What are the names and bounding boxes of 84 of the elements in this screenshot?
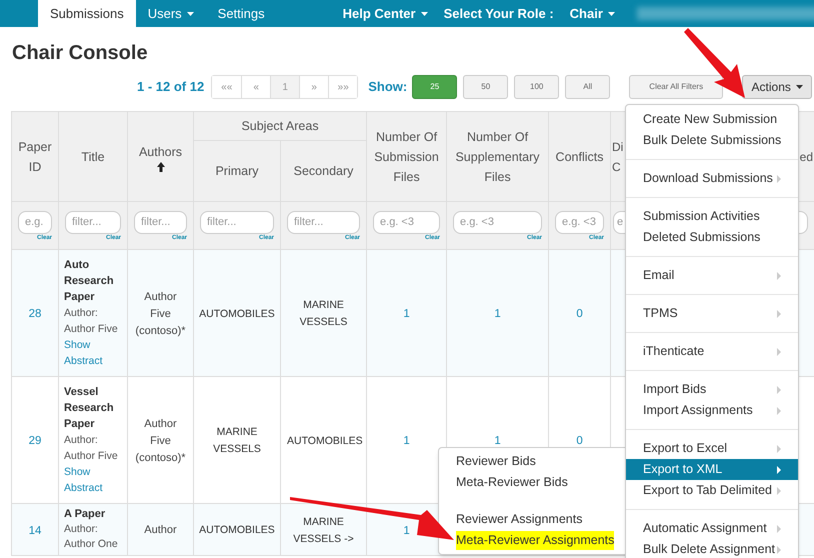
submission-files-link[interactable]: 1 [403, 308, 410, 320]
pagination-button[interactable]: »» [328, 76, 358, 98]
authors-cell: Author Five (contoso)* [135, 418, 186, 464]
submission-files-link[interactable]: 1 [403, 524, 410, 536]
nav-menu-item[interactable]: Chair [562, 0, 623, 27]
nav-menu-item[interactable]: Help Center [334, 0, 436, 27]
menu-item[interactable]: Bulk Delete Assignment [626, 539, 798, 558]
page-title: Chair Console [12, 41, 149, 65]
menu-item[interactable]: Automatic Assignment [626, 518, 798, 539]
filter-input[interactable]: filter... [65, 210, 121, 234]
authors-cell: Author Five (contoso)* [135, 290, 186, 336]
filter-input[interactable]: e.g. <3 [555, 210, 604, 234]
show-abstract-link[interactable]: Show Abstract [64, 464, 122, 496]
page-size-button[interactable]: All [565, 75, 610, 99]
column-header: Conflicts [556, 148, 604, 166]
secondary-subject-cell: MARINE VESSELS [300, 299, 348, 328]
menu-item[interactable]: Import Bids [626, 379, 798, 400]
nav-tab[interactable]: Users [136, 0, 206, 27]
conflicts-link[interactable]: 0 [576, 308, 583, 320]
submenu-item[interactable]: Reviewer Bids [456, 452, 536, 471]
paper-id-link[interactable]: 28 [28, 308, 42, 320]
menu-item[interactable]: Deleted Submissions [626, 227, 798, 248]
paper-author: Author: Author One [64, 522, 119, 552]
paper-id-link[interactable]: 29 [28, 435, 42, 447]
nav-tab[interactable]: Submissions [38, 0, 136, 27]
primary-subject-cell: AUTOMOBILES [199, 524, 275, 536]
authors-cell: Author [144, 524, 177, 536]
filter-input[interactable]: filter... [134, 210, 187, 234]
filter-input[interactable]: e.g. [18, 210, 52, 234]
menu-item[interactable]: Bulk Delete Submissions [626, 130, 798, 151]
paper-title: Auto Research Paper [64, 258, 115, 305]
page-size-button[interactable]: 50 [463, 75, 508, 99]
column-header: Authors [138, 144, 182, 160]
menu-item[interactable]: Submission Activities [626, 206, 798, 227]
secondary-subject-cell: AUTOMOBILES [287, 434, 363, 446]
submenu-item[interactable]: Meta-Reviewer Bids [456, 473, 568, 492]
column-header: Number Of Submission Files [373, 128, 440, 186]
paper-title: Vessel Research Paper [64, 385, 115, 432]
paper-title: A Paper [64, 507, 106, 522]
page-size-button[interactable]: 25 [412, 75, 458, 99]
paper-author: Author: Author Five [64, 306, 119, 337]
paper-id-link[interactable]: 14 [28, 524, 42, 536]
paper-author: Author: Author Five [64, 433, 119, 464]
nav-tab[interactable]: Settings [206, 0, 277, 27]
supplementary-files-link[interactable]: 1 [494, 435, 501, 447]
filter-input[interactable]: e.g. <3 [453, 210, 542, 234]
column-header: Number Of Supplementary Files [454, 128, 541, 186]
menu-item[interactable]: Export to Tab Delimited [626, 480, 798, 501]
caret-icon [796, 85, 803, 89]
column-group-header: Subject Areas [241, 119, 319, 133]
menu-item[interactable]: Import Assignments [626, 400, 798, 421]
show-label: Show: [368, 78, 408, 96]
menu-item[interactable]: Download Submissions [626, 168, 798, 189]
conflicts-link[interactable]: 0 [576, 435, 583, 447]
page-size-button[interactable]: 100 [514, 75, 560, 99]
filter-input[interactable]: filter... [200, 210, 274, 234]
clear-filters-button[interactable]: Clear All Filters [629, 75, 724, 99]
primary-subject-cell: AUTOMOBILES [199, 308, 275, 320]
sort-ascending-icon[interactable] [156, 162, 164, 172]
filter-input[interactable]: e.g. <3 [373, 210, 440, 234]
menu-item[interactable]: Email [626, 265, 798, 286]
supplementary-files-link[interactable]: 1 [494, 308, 501, 320]
submenu-item[interactable]: Meta-Reviewer Assignments [456, 531, 614, 550]
actions-button[interactable]: Actions [742, 75, 812, 99]
result-range: 1 - 12 of 12 [137, 78, 204, 96]
filter-input[interactable]: filter... [287, 210, 360, 234]
column-header: Di C [612, 138, 624, 176]
column-header: Paper ID [17, 138, 53, 176]
menu-item[interactable]: Create New Submission [626, 109, 798, 130]
menu-item[interactable]: Export to XML [626, 459, 798, 480]
nav-menu-item[interactable]: Select Your Role : [436, 0, 562, 27]
pagination-button[interactable]: 1 [270, 76, 300, 98]
menu-item[interactable]: Export to Excel [626, 438, 798, 459]
column-header: Secondary [294, 164, 354, 178]
column-header: ed [798, 148, 814, 166]
submenu-item[interactable]: Reviewer Assignments [456, 510, 582, 529]
submission-files-link[interactable]: 1 [403, 435, 410, 447]
menu-item[interactable]: TPMS [626, 303, 798, 324]
column-header: Primary [215, 164, 259, 178]
column-header: Title [81, 148, 105, 166]
primary-subject-cell: MARINE VESSELS [213, 426, 261, 455]
menu-item[interactable]: iThenticate [626, 341, 798, 362]
secondary-subject-cell: MARINE VESSELS -> [293, 516, 354, 544]
show-abstract-link[interactable]: Show Abstract [64, 337, 122, 369]
